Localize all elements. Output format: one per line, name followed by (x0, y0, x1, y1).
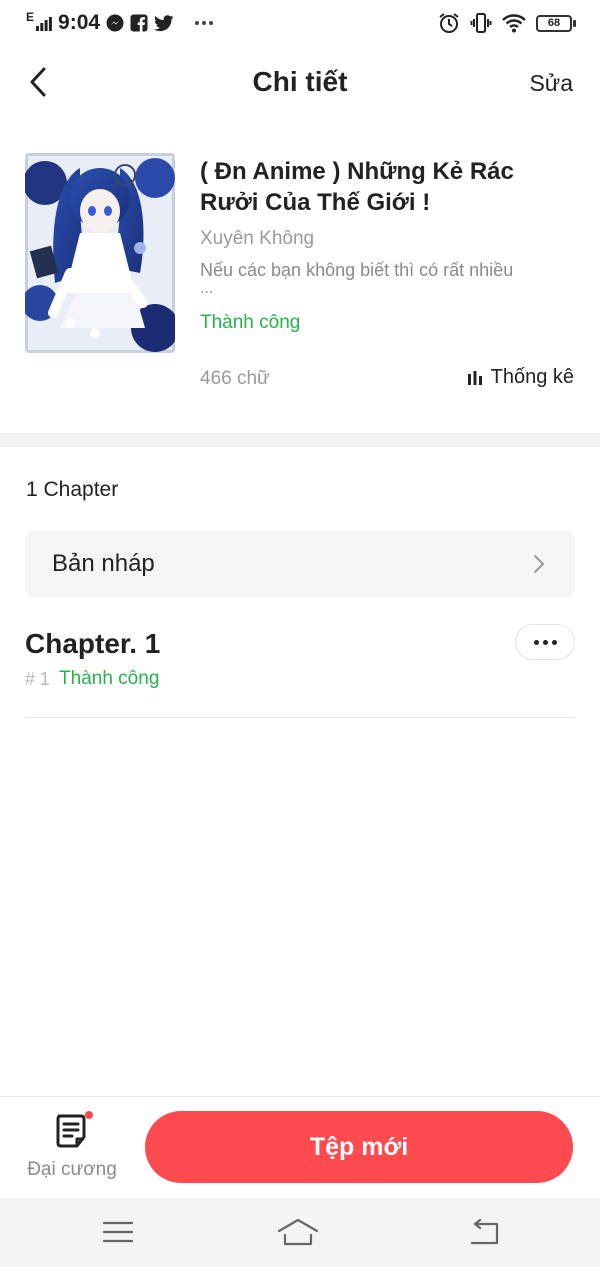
chapter-status: Thành công (59, 668, 160, 689)
story-cover-image[interactable] (25, 153, 175, 353)
chapter-title: Chapter. 1 (25, 628, 161, 659)
clock-time: 9:04 (58, 11, 101, 34)
top-app-bar: Chi tiết Sửa (0, 50, 600, 116)
bottom-action-bar: Đại cương Tệp mới (0, 1096, 600, 1198)
new-file-button[interactable]: Tệp mới (145, 1111, 573, 1183)
more-dots-icon (194, 20, 214, 26)
outline-icon (55, 1111, 93, 1149)
chevron-right-icon (534, 555, 544, 573)
status-bar-left: E 9:04 (26, 10, 214, 35)
wifi-icon (502, 13, 526, 33)
menu-icon[interactable] (96, 1216, 140, 1248)
status-bar-right: 68 (438, 12, 576, 34)
status-bar: E 9:04 68 (0, 0, 600, 46)
battery-level: 68 (536, 14, 572, 32)
story-genre: Xuyên Không (200, 228, 315, 249)
edit-button[interactable]: Sửa (529, 70, 573, 97)
notification-dot (85, 1111, 93, 1119)
story-word-count: 466 chữ (200, 368, 270, 389)
messenger-icon (106, 14, 124, 32)
story-status: Thành công (200, 312, 301, 333)
drafts-row[interactable]: Bản nháp (25, 530, 575, 598)
section-divider (0, 433, 600, 447)
back-icon[interactable] (462, 1216, 506, 1248)
battery-icon: 68 (536, 14, 576, 32)
signal-icon (36, 15, 52, 31)
story-title: ( Đn Anime ) Những Kẻ Rác Rưởi Của Thế G… (200, 158, 514, 216)
chapter-number: # 1 (25, 668, 51, 689)
chapter-meta: # 1 Thành công (25, 668, 159, 690)
alarm-icon (438, 12, 460, 34)
story-card: ( Đn Anime ) Những Kẻ Rác Rưởi Của Thế G… (0, 140, 600, 400)
back-button[interactable] (22, 64, 54, 100)
story-description-ellipsis: ... (200, 280, 214, 297)
chapter-count: 1 Chapter (26, 478, 119, 501)
outline-label: Đại cương (27, 1159, 117, 1180)
drafts-label: Bản nháp (52, 550, 155, 577)
story-description: Nếu các bạn không biết thì có rất nhiều (200, 260, 514, 280)
facebook-icon (130, 14, 148, 32)
back-chevron-icon (30, 67, 46, 97)
bar-chart-icon (467, 370, 482, 385)
outline-button[interactable]: Đại cương (22, 1111, 122, 1189)
home-icon[interactable] (276, 1216, 320, 1248)
page-title: Chi tiết (252, 66, 348, 97)
stats-label: Thống kê (490, 366, 574, 388)
system-navigation-bar (0, 1198, 600, 1267)
network-type: E (26, 10, 35, 24)
twitter-icon (154, 14, 174, 32)
chapter-list-item[interactable]: Chapter. 1 # 1 Thành công (25, 620, 575, 718)
chapter-more-button[interactable] (515, 624, 575, 660)
stats-button[interactable]: Thống kê (467, 366, 574, 389)
vibrate-icon (470, 12, 492, 34)
